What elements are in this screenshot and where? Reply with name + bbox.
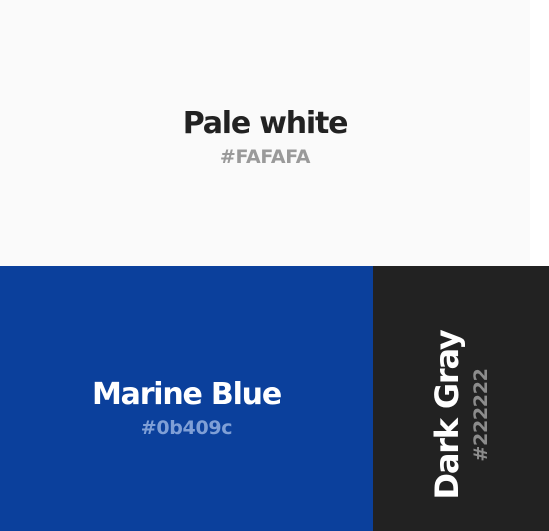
swatch-marine-blue: Marine Blue #0b409c bbox=[0, 266, 373, 531]
rotated-label: Dark Gray #222222 bbox=[427, 329, 493, 500]
swatch-hex: #0b409c bbox=[140, 417, 233, 440]
swatch-hex: #222222 bbox=[470, 367, 493, 462]
swatch-hex: #FAFAFA bbox=[219, 145, 311, 168]
color-palette: Pale white #FAFAFA Marine Blue #0b409c D… bbox=[0, 0, 549, 531]
swatch-name: Pale white bbox=[182, 105, 349, 141]
swatch-dark-gray: Dark Gray #222222 bbox=[373, 266, 549, 531]
swatch-name: Marine Blue bbox=[92, 377, 282, 413]
swatch-name: Dark Gray bbox=[427, 329, 466, 500]
swatch-pale-white: Pale white #FAFAFA bbox=[0, 0, 530, 266]
